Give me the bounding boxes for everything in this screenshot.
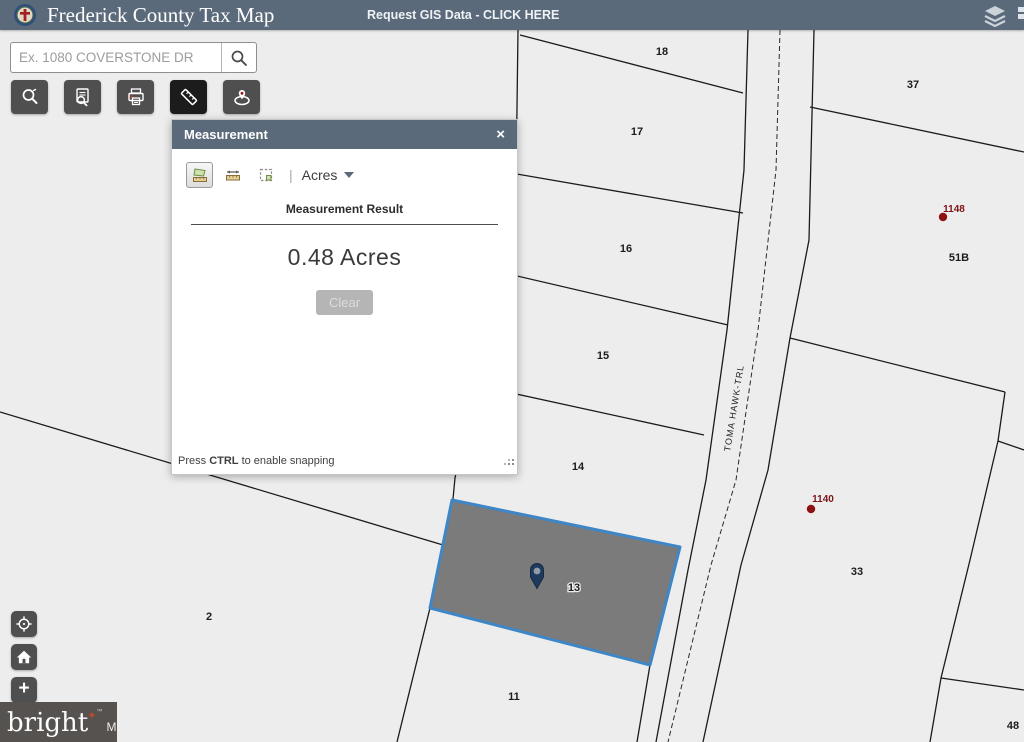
app-header: Frederick County Tax Map Request GIS Dat… (0, 0, 1024, 30)
printer-icon (126, 87, 146, 107)
page-title: Frederick County Tax Map (47, 3, 274, 28)
measure-area-button[interactable] (186, 162, 213, 188)
result-divider (191, 224, 498, 225)
search-icon (230, 49, 248, 67)
address-dot-1140 (807, 505, 815, 513)
star-icon: ✦ (87, 709, 96, 722)
tools-separator: | (289, 167, 293, 183)
resize-grip[interactable] (508, 463, 510, 465)
measurement-result-header: Measurement Result (172, 202, 517, 216)
brand-wordmark: bright (7, 708, 88, 738)
unit-selected-value: Acres (302, 167, 338, 183)
magnifier-icon (20, 87, 40, 107)
plus-icon: + (18, 678, 29, 700)
hint-prefix: Press (178, 455, 209, 467)
clear-button[interactable]: Clear (316, 290, 373, 315)
measurement-tools: | Acres (186, 162, 517, 188)
layers-icon[interactable] (982, 3, 1008, 27)
map-pin-oval-icon (232, 87, 252, 107)
measure-location-button[interactable] (252, 162, 279, 188)
document-search-icon (73, 87, 93, 107)
address-search-box (10, 42, 257, 73)
area-measure-icon (191, 166, 209, 184)
hint-suffix: to enable snapping (239, 455, 335, 467)
measurement-result-value: 0.48 Acres (172, 244, 517, 271)
home-icon (15, 648, 33, 666)
close-icon[interactable]: × (496, 127, 505, 142)
bright-mls-logo: bright ✦ ™ MLS (0, 702, 117, 742)
chevron-down-icon (344, 172, 354, 178)
ruler-icon (179, 87, 199, 107)
parcel-label-37: 37 (907, 79, 919, 91)
county-seal-logo (13, 3, 37, 27)
parcel-label-33: 33 (851, 566, 863, 578)
zoom-in-button[interactable]: + (11, 677, 37, 703)
hint-key: CTRL (209, 455, 238, 467)
parcel-label-17: 17 (631, 126, 643, 138)
parcel-label-2: 2 (206, 611, 212, 623)
measure-tool-button[interactable] (170, 80, 207, 114)
measure-distance-button[interactable] (219, 162, 246, 188)
search-input[interactable] (11, 43, 221, 72)
print-tool-button[interactable] (117, 80, 154, 114)
parcel-label-16: 16 (620, 243, 632, 255)
my-location-button[interactable] (11, 611, 37, 637)
parcel-label-15: 15 (597, 350, 609, 362)
parcel-label-51b: 51B (949, 252, 969, 264)
partial-basemap-icon[interactable] (1016, 5, 1024, 25)
brand-suffix: MLS (106, 720, 137, 734)
locate-address-tool-button[interactable] (223, 80, 260, 114)
search-button[interactable] (222, 43, 256, 72)
measurement-dialog-titlebar[interactable]: Measurement × (172, 120, 517, 149)
parcel-label-11: 11 (508, 691, 520, 703)
frederick-tax-map-app: { "header": { "title": "Frederick County… (0, 0, 1024, 742)
distance-measure-icon (224, 166, 242, 184)
crosshair-icon (15, 615, 33, 633)
map-toolbar (11, 80, 260, 114)
zoom-search-tool-button[interactable] (11, 80, 48, 114)
unit-dropdown[interactable]: Acres (302, 167, 355, 183)
snapping-hint: Press CTRL to enable snapping (178, 455, 335, 467)
address-label-1148: 1148 (943, 204, 965, 215)
parcel-label-13: 13 (568, 582, 580, 594)
measurement-dialog: Measurement × (171, 119, 518, 475)
request-gis-data-link[interactable]: Request GIS Data - CLICK HERE (367, 8, 559, 22)
parcel-label-18: 18 (656, 46, 668, 58)
identify-parcel-tool-button[interactable] (64, 80, 101, 114)
home-extent-button[interactable] (11, 644, 37, 670)
measurement-dialog-title: Measurement (184, 127, 268, 142)
parcel-label-14: 14 (572, 461, 585, 473)
address-label-1140: 1140 (812, 494, 834, 505)
location-measure-icon (257, 166, 275, 184)
trademark-symbol: ™ (96, 709, 102, 715)
parcel-label-48: 48 (1007, 720, 1019, 732)
